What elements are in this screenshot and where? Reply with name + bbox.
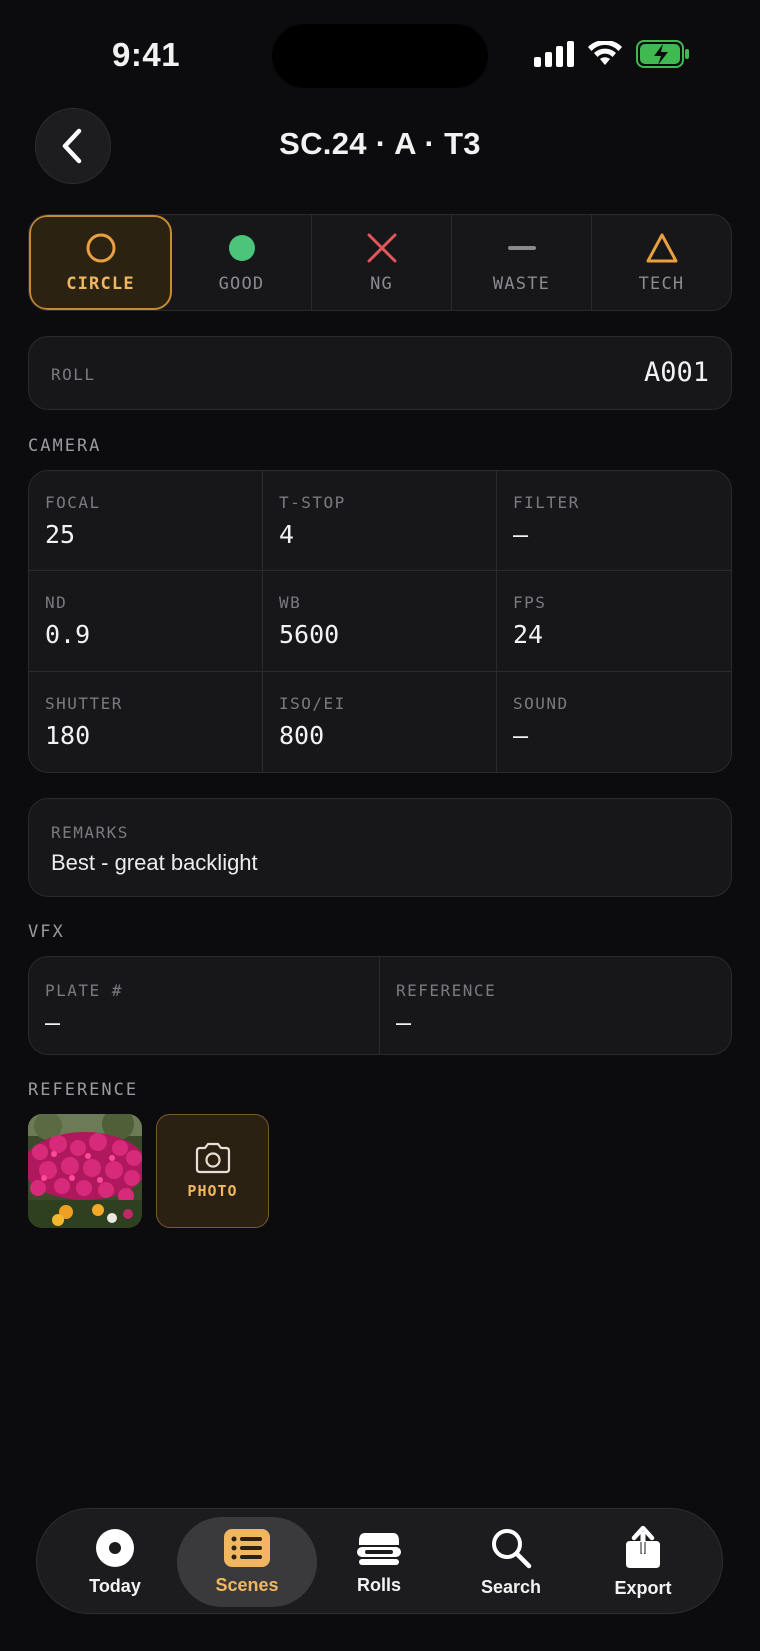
tab-label: Search: [480, 1576, 542, 1597]
status-option-circle[interactable]: CIRCLE: [29, 215, 172, 310]
camera-settings-grid: FOCAL 25 T-STOP 4 FILTER — ND 0.9 WB 560…: [28, 470, 732, 773]
camera-icon: [195, 1142, 230, 1174]
field-value: 0.9: [45, 620, 91, 650]
field-value: 4: [279, 520, 295, 549]
vfx-field-plate[interactable]: PLATE # —: [29, 957, 380, 1054]
vfx-field-reference[interactable]: REFERENCE —: [380, 957, 731, 1054]
field-value: 180: [45, 720, 91, 750]
field-value: —: [513, 520, 529, 549]
vfx-section-label: VFX: [28, 922, 65, 942]
field-label: PLATE #: [45, 981, 123, 1000]
vfx-grid: PLATE # — REFERENCE —: [28, 956, 732, 1055]
dynamic-island: [272, 24, 488, 88]
tab-label: Today: [89, 1575, 141, 1596]
add-photo-label: PHOTO: [187, 1182, 238, 1200]
status-option-tech[interactable]: TECH: [592, 215, 731, 310]
status-option-label: WASTE: [492, 273, 551, 294]
remarks-label: REMARKS: [51, 823, 129, 842]
status-option-label: TECH: [638, 273, 685, 294]
tab-label: Scenes: [215, 1574, 279, 1595]
field-label: REFERENCE: [396, 981, 497, 1000]
camera-field-filter[interactable]: FILTER —: [497, 471, 731, 572]
camera-field-sound[interactable]: SOUND —: [497, 672, 731, 772]
camera-field-iso[interactable]: ISO/EI 800: [263, 671, 497, 772]
flower-photo: [28, 1114, 142, 1228]
x-mark-icon: [367, 233, 396, 262]
status-time: 9:41: [112, 36, 181, 73]
field-label: FOCAL: [45, 493, 101, 512]
remarks-value: Best - great backlight: [51, 850, 258, 875]
camera-section-label: CAMERA: [28, 436, 102, 456]
roll-value: A001: [643, 357, 709, 388]
field-label: ISO/EI: [279, 693, 346, 713]
reference-photo-thumbnail[interactable]: [28, 1114, 142, 1228]
field-value: 25: [45, 520, 76, 549]
field-label: FILTER: [513, 493, 580, 512]
status-option-waste[interactable]: WASTE: [452, 215, 592, 310]
field-label: T-STOP: [279, 493, 346, 512]
camera-field-tstop[interactable]: T-STOP 4: [263, 471, 497, 572]
status-option-good[interactable]: GOOD: [172, 215, 312, 310]
filled-dot-icon: [228, 234, 255, 261]
status-option-label: NG: [370, 273, 393, 294]
field-value: 24: [513, 620, 544, 650]
dash-icon: [507, 245, 536, 250]
take-status-selector: CIRCLE GOOD NG WASTE TECH: [28, 214, 732, 311]
search-icon: [492, 1528, 532, 1568]
camera-field-nd[interactable]: ND 0.9: [29, 571, 263, 672]
tab-label: Rolls: [356, 1574, 401, 1595]
camera-field-fps[interactable]: FPS 24: [497, 571, 731, 672]
page-title: SC.24 · A · T3: [279, 126, 481, 161]
camera-field-wb[interactable]: WB 5600: [263, 571, 497, 672]
remarks-field[interactable]: REMARKS Best - great backlight: [28, 798, 732, 897]
field-value: —: [396, 1008, 412, 1037]
tab-bar: Today Scenes Rolls Search Export: [36, 1508, 723, 1614]
tab-rolls[interactable]: Rolls: [309, 1517, 449, 1607]
tab-search[interactable]: Search: [441, 1517, 581, 1607]
add-photo-button[interactable]: PHOTO: [156, 1114, 269, 1228]
triangle-warning-icon: [646, 233, 677, 262]
status-option-label: GOOD: [218, 273, 265, 294]
share-icon: [626, 1525, 660, 1568]
field-value: 5600: [279, 620, 340, 650]
field-label: SOUND: [513, 693, 569, 713]
roll-label: ROLL: [51, 365, 96, 384]
status-icons: [534, 40, 690, 68]
field-label: WB: [279, 593, 302, 613]
roll-field[interactable]: ROLL A001: [28, 336, 732, 410]
tab-export[interactable]: Export: [573, 1517, 713, 1607]
list-icon: [224, 1528, 270, 1567]
field-value: —: [45, 1008, 61, 1037]
camera-field-focal[interactable]: FOCAL 25: [29, 471, 263, 572]
wifi-icon: [588, 41, 622, 65]
signal-icon: [534, 41, 574, 67]
field-label: ND: [45, 593, 68, 613]
camera-field-shutter[interactable]: SHUTTER 180: [29, 671, 263, 772]
status-option-label: CIRCLE: [66, 273, 135, 294]
tab-scenes[interactable]: Scenes: [177, 1517, 317, 1607]
circle-outline-icon: [86, 233, 115, 262]
field-value: 800: [279, 720, 325, 750]
battery-charging-icon: [636, 40, 689, 68]
film-roll-icon: [357, 1532, 401, 1565]
field-label: SHUTTER: [45, 693, 123, 713]
field-value: —: [513, 720, 529, 750]
status-option-ng[interactable]: NG: [312, 215, 452, 310]
tab-today[interactable]: Today: [45, 1517, 185, 1607]
reference-section-label: REFERENCE: [28, 1080, 139, 1100]
field-label: FPS: [513, 593, 547, 613]
tab-label: Export: [614, 1577, 672, 1598]
record-dot-icon: [96, 1528, 134, 1567]
